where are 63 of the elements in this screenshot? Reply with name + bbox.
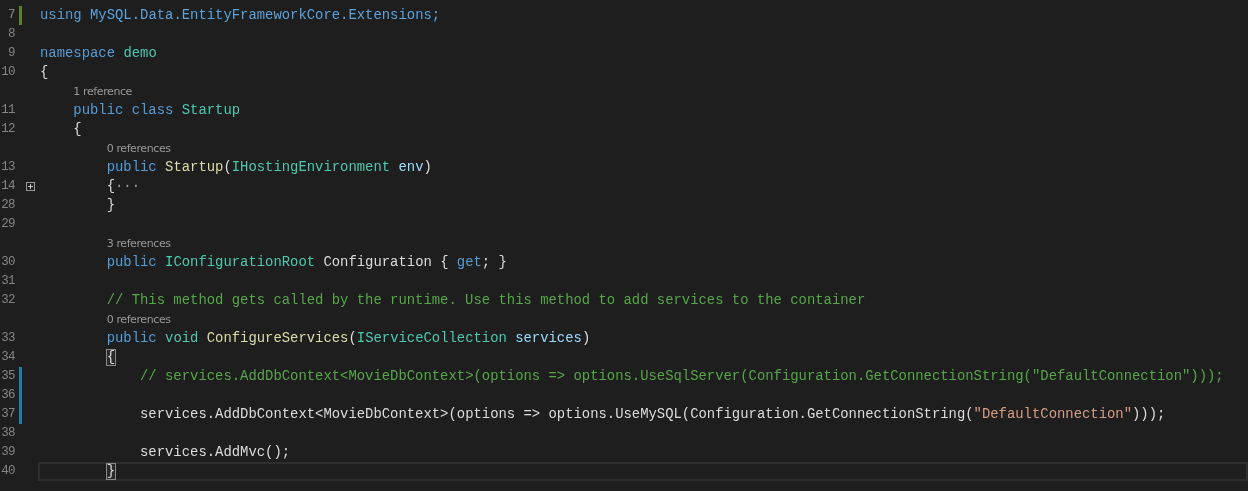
line-number: 11 bbox=[0, 102, 15, 119]
line-number: 28 bbox=[0, 197, 15, 214]
type-name: demo bbox=[123, 46, 157, 61]
code-text: { bbox=[106, 179, 116, 194]
code-text: ))); bbox=[1132, 407, 1166, 422]
type-name: IHostingEnvironment bbox=[231, 160, 391, 175]
code-comment: // services.AddDbContext<MovieDbContext>(options => options.UseSqlServer(Configuration.GetConnectionString("DefaultConnection"))); bbox=[140, 369, 1224, 384]
code-text: } bbox=[106, 198, 116, 213]
code-text: ( bbox=[223, 160, 232, 175]
namespace-name: MySQL.Data.EntityFrameworkCore.Extensions; bbox=[90, 8, 441, 23]
line-number: 9 bbox=[7, 45, 15, 62]
expand-icon[interactable] bbox=[26, 182, 35, 191]
line-number: 37 bbox=[0, 406, 15, 423]
type-name: Startup bbox=[181, 103, 241, 118]
line-number: 13 bbox=[0, 159, 15, 176]
line-number: 8 bbox=[7, 26, 15, 43]
type-name: IServiceCollection bbox=[356, 331, 507, 346]
line-number: 39 bbox=[0, 444, 15, 461]
codelens-reference-count[interactable]: 0 references bbox=[106, 310, 171, 329]
line-number: 7 bbox=[7, 7, 15, 24]
line-number: 29 bbox=[0, 216, 15, 233]
code-keyword: public class bbox=[73, 103, 174, 118]
code-text: services.AddMvc(); bbox=[140, 445, 291, 460]
code-keyword: public bbox=[106, 255, 157, 270]
code-keyword: get bbox=[456, 255, 482, 270]
matched-brace: { bbox=[106, 350, 116, 365]
code-keyword: public bbox=[106, 331, 157, 346]
matched-brace: } bbox=[106, 464, 116, 479]
type-name: void bbox=[165, 331, 199, 346]
line-number: 35 bbox=[0, 368, 15, 385]
line-number: 33 bbox=[0, 330, 15, 347]
code-keyword: namespace bbox=[40, 46, 116, 61]
type-name: IConfigurationRoot bbox=[165, 255, 316, 270]
parameter-name: env bbox=[398, 160, 424, 175]
code-comment: // This method gets called by the runtime. Use this method to add services to the container bbox=[106, 293, 866, 308]
code-text: services.AddDbContext<MovieDbContext>(options => options.UseMySQL(Configuration.GetConnectionString( bbox=[140, 407, 974, 422]
code-text: ; } bbox=[481, 255, 507, 270]
collapsed-code-marker: ··· bbox=[115, 179, 141, 194]
code-text: ) bbox=[423, 160, 432, 175]
codelens-reference-count[interactable]: 3 references bbox=[106, 234, 171, 253]
code-text: ( bbox=[348, 331, 357, 346]
line-number: 31 bbox=[0, 273, 15, 290]
code-text: Configuration { bbox=[323, 255, 449, 270]
codelens-reference-count[interactable]: 1 reference bbox=[73, 82, 132, 101]
codelens-reference-count[interactable]: 0 references bbox=[106, 139, 171, 158]
method-name: Startup bbox=[165, 160, 224, 175]
line-number: 36 bbox=[0, 387, 15, 404]
code-text: { bbox=[73, 122, 82, 137]
line-number: 10 bbox=[0, 64, 15, 81]
parameter-name: services bbox=[515, 331, 582, 346]
code-keyword: public bbox=[106, 160, 157, 175]
line-number: 40 bbox=[0, 463, 15, 480]
line-number: 30 bbox=[0, 254, 15, 271]
line-number: 32 bbox=[0, 292, 15, 309]
code-text: ) bbox=[581, 331, 591, 346]
string-literal: "DefaultConnection" bbox=[973, 407, 1132, 422]
code-text: { bbox=[40, 65, 49, 80]
code-keyword: using bbox=[40, 8, 82, 23]
line-number: 34 bbox=[0, 349, 15, 366]
method-name: ConfigureServices bbox=[206, 331, 349, 346]
line-number: 12 bbox=[0, 121, 15, 138]
line-number: 14 bbox=[0, 178, 15, 195]
line-number: 38 bbox=[0, 425, 15, 442]
